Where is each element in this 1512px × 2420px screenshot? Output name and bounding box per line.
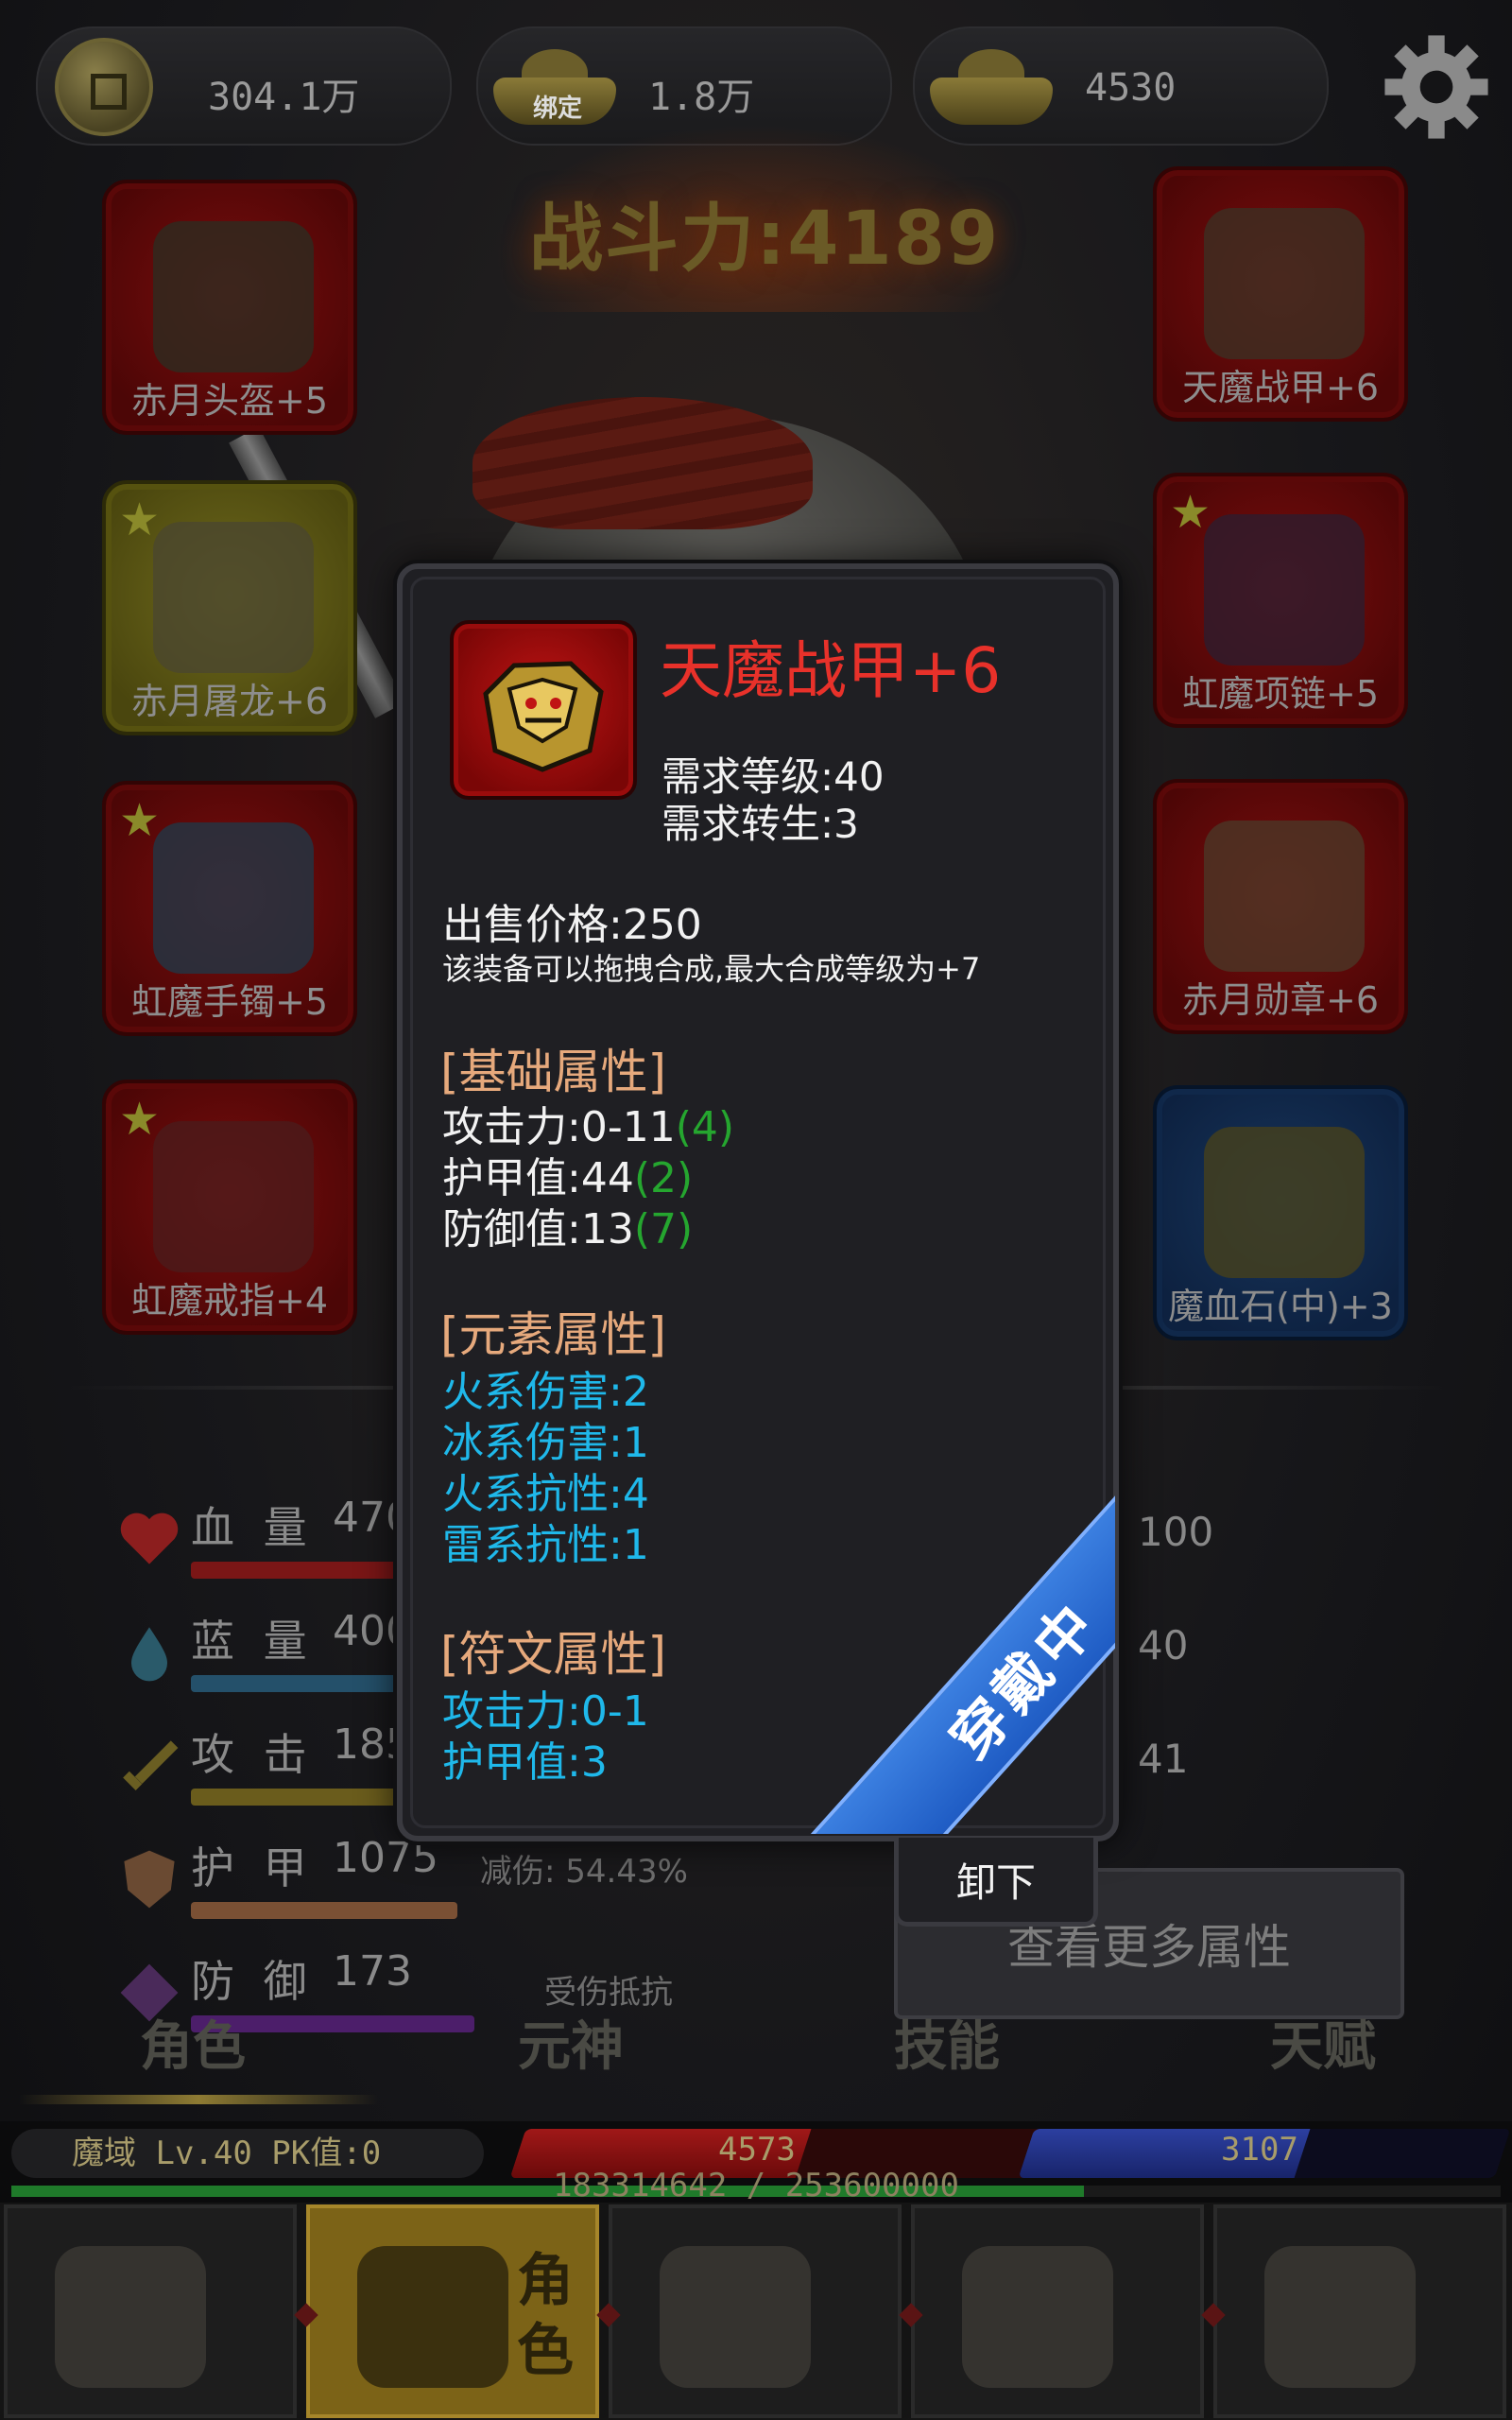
helmet-emblem-icon xyxy=(357,2246,508,2388)
character-headband xyxy=(472,397,813,529)
active-tab-indicator xyxy=(19,2095,378,2104)
ring-icon xyxy=(153,1121,314,1272)
slot-gem[interactable]: 魔血石(中)+3 xyxy=(1153,1085,1408,1340)
slot-label: 魔血石(中)+3 xyxy=(1168,1286,1393,1327)
element-attribute: 雷系抗性:1 xyxy=(442,1521,649,1569)
pagoda-icon xyxy=(55,2246,206,2388)
slot-ring[interactable]: ★ 虹魔戒指+4 xyxy=(102,1080,357,1335)
star-icon: ★ xyxy=(119,1093,161,1146)
tab-skills[interactable]: 技能 xyxy=(894,2004,1000,2081)
slot-weapon[interactable]: ★ 赤月屠龙+6 xyxy=(102,480,357,735)
unequip-button[interactable]: 卸下 xyxy=(894,1838,1098,1927)
yin-yang-cauldron-icon xyxy=(1264,2246,1416,2388)
shield-icon xyxy=(124,1850,175,1909)
slot-label: 赤月屠龙+6 xyxy=(130,681,329,722)
slot-medal[interactable]: 赤月勋章+6 xyxy=(1153,779,1408,1034)
nav-alchemy-button[interactable] xyxy=(1213,2204,1506,2418)
mp-value: 3107 xyxy=(1221,2131,1298,2169)
meditation-icon xyxy=(962,2246,1113,2388)
slot-armor[interactable]: 天魔战甲+6 xyxy=(1153,166,1408,422)
slot-label: 虹魔项链+5 xyxy=(1181,673,1380,715)
right-stat-value: 40 xyxy=(1138,1622,1189,1668)
coin-value: 304.1万 xyxy=(208,76,360,119)
star-icon: ★ xyxy=(1170,486,1211,539)
slot-label: 赤月头盔+5 xyxy=(130,380,329,422)
tab-spirit[interactable]: 元神 xyxy=(518,2004,624,2081)
bracelet-icon xyxy=(153,822,314,974)
item-icon-box xyxy=(450,620,637,800)
gear-icon[interactable] xyxy=(1378,28,1495,146)
bound-tag: 绑定 xyxy=(533,95,583,123)
star-icon: ★ xyxy=(119,493,161,546)
helmet-icon xyxy=(153,221,314,372)
required-rebirth: 需求转生:3 xyxy=(662,801,859,847)
combat-power: 战斗力:4189 xyxy=(529,197,1001,282)
star-icon: ★ xyxy=(119,794,161,847)
sword-icon xyxy=(123,1740,179,1790)
slot-label: 赤月勋章+6 xyxy=(1181,979,1380,1021)
tab-character[interactable]: 角色 xyxy=(140,2004,246,2081)
item-name: 天魔战甲+6 xyxy=(660,634,1002,707)
xp-value: 183314642 / 253600000 xyxy=(553,2167,959,2204)
blade-icon xyxy=(153,522,314,673)
demon-armor-icon xyxy=(483,661,604,772)
base-attribute: 防御值:13(7) xyxy=(442,1205,694,1253)
nav-bag-button[interactable] xyxy=(609,2204,902,2418)
necklace-icon xyxy=(1204,514,1365,666)
copper-coin-icon xyxy=(55,38,153,136)
bound-ingot-value: 1.8万 xyxy=(648,76,755,119)
merge-note: 该装备可以拖拽合成,最大合成等级为+7 xyxy=(442,951,981,987)
hp-value: 4573 xyxy=(718,2131,796,2169)
money-bag-icon xyxy=(660,2246,811,2388)
droplet-icon xyxy=(131,1627,167,1682)
stat-armor: 护 甲 1075 减伤: 54.43% xyxy=(113,1834,775,1928)
gem-icon xyxy=(1204,1127,1365,1278)
sell-price: 出售价格:250 xyxy=(442,901,702,949)
slot-label: 虹魔戒指+4 xyxy=(130,1280,329,1322)
armor-icon xyxy=(1204,208,1365,359)
slot-bracelet[interactable]: ★ 虹魔手镯+5 xyxy=(102,781,357,1036)
heart-icon xyxy=(120,1512,179,1564)
right-stat-value: 41 xyxy=(1138,1736,1189,1782)
ingot-value: 4530 xyxy=(1085,66,1177,110)
equipped-ribbon: 穿戴中 xyxy=(794,1494,1115,1834)
nav-cultivation-button[interactable] xyxy=(911,2204,1204,2418)
nav-character-button[interactable]: 角色 xyxy=(306,2204,599,2418)
gold-ingot-icon xyxy=(930,49,1053,125)
nav-town-button[interactable] xyxy=(4,2204,297,2418)
tab-talent[interactable]: 天赋 xyxy=(1270,2004,1376,2081)
right-stat-value: 100 xyxy=(1138,1509,1214,1555)
rune-attributes-title: [符文属性] xyxy=(440,1627,667,1682)
rune-attribute: 护甲值:3 xyxy=(442,1738,608,1787)
slot-necklace[interactable]: ★ 虹魔项链+5 xyxy=(1153,473,1408,728)
slot-helmet[interactable]: 赤月头盔+5 xyxy=(102,180,357,435)
equipped-label: 穿戴中 xyxy=(936,1588,1112,1772)
slot-label: 虹魔手镯+5 xyxy=(130,981,329,1023)
coin-counter: 304.1万 xyxy=(36,26,452,146)
element-attributes-title: [元素属性] xyxy=(440,1307,667,1362)
slot-label: 天魔战甲+6 xyxy=(1181,367,1380,408)
medal-icon xyxy=(1204,821,1365,972)
